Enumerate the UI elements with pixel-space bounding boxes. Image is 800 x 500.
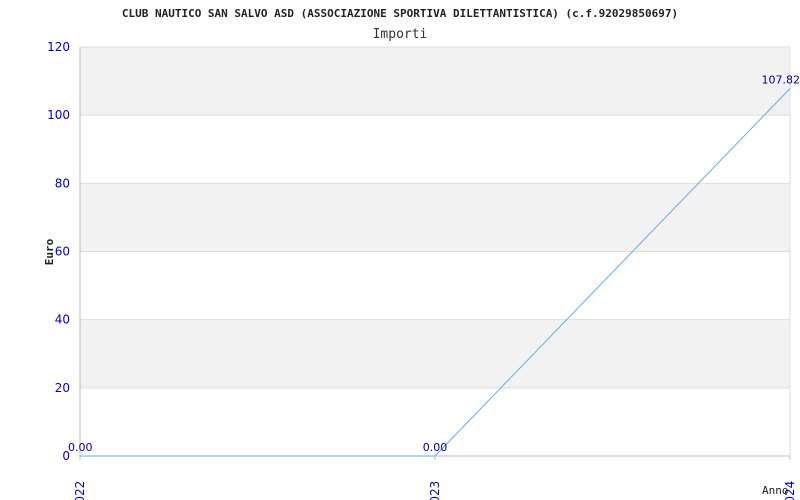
y-tick-label: 20 [55,381,70,395]
y-axis-label: Euro [43,238,56,265]
chart-title: CLUB NAUTICO SAN SALVO ASD (ASSOCIAZIONE… [122,7,678,20]
y-tick-label: 100 [47,108,70,122]
x-tick-label: 2023 [428,481,442,500]
y-tick-label: 60 [55,245,70,259]
line-chart: 020406080100120 2022 2023 2024 0.00 0.00107… [43,7,800,500]
data-label: 0.00 [423,441,448,454]
y-tick-label: 40 [55,313,70,327]
y-tick-label: 80 [55,176,70,190]
grid-band [80,47,790,116]
chart-subtitle: Importi [373,27,428,42]
grid-band [80,183,790,252]
data-label: 0.00 [68,441,93,454]
x-axis-label: Anno [762,484,789,497]
grid-band [80,251,790,320]
data-label: 107.82 [762,74,800,87]
x-tick-label: 2022 [73,481,87,500]
grid-band [80,319,790,388]
y-tick-label: 120 [47,40,70,54]
grid-band [80,115,790,184]
